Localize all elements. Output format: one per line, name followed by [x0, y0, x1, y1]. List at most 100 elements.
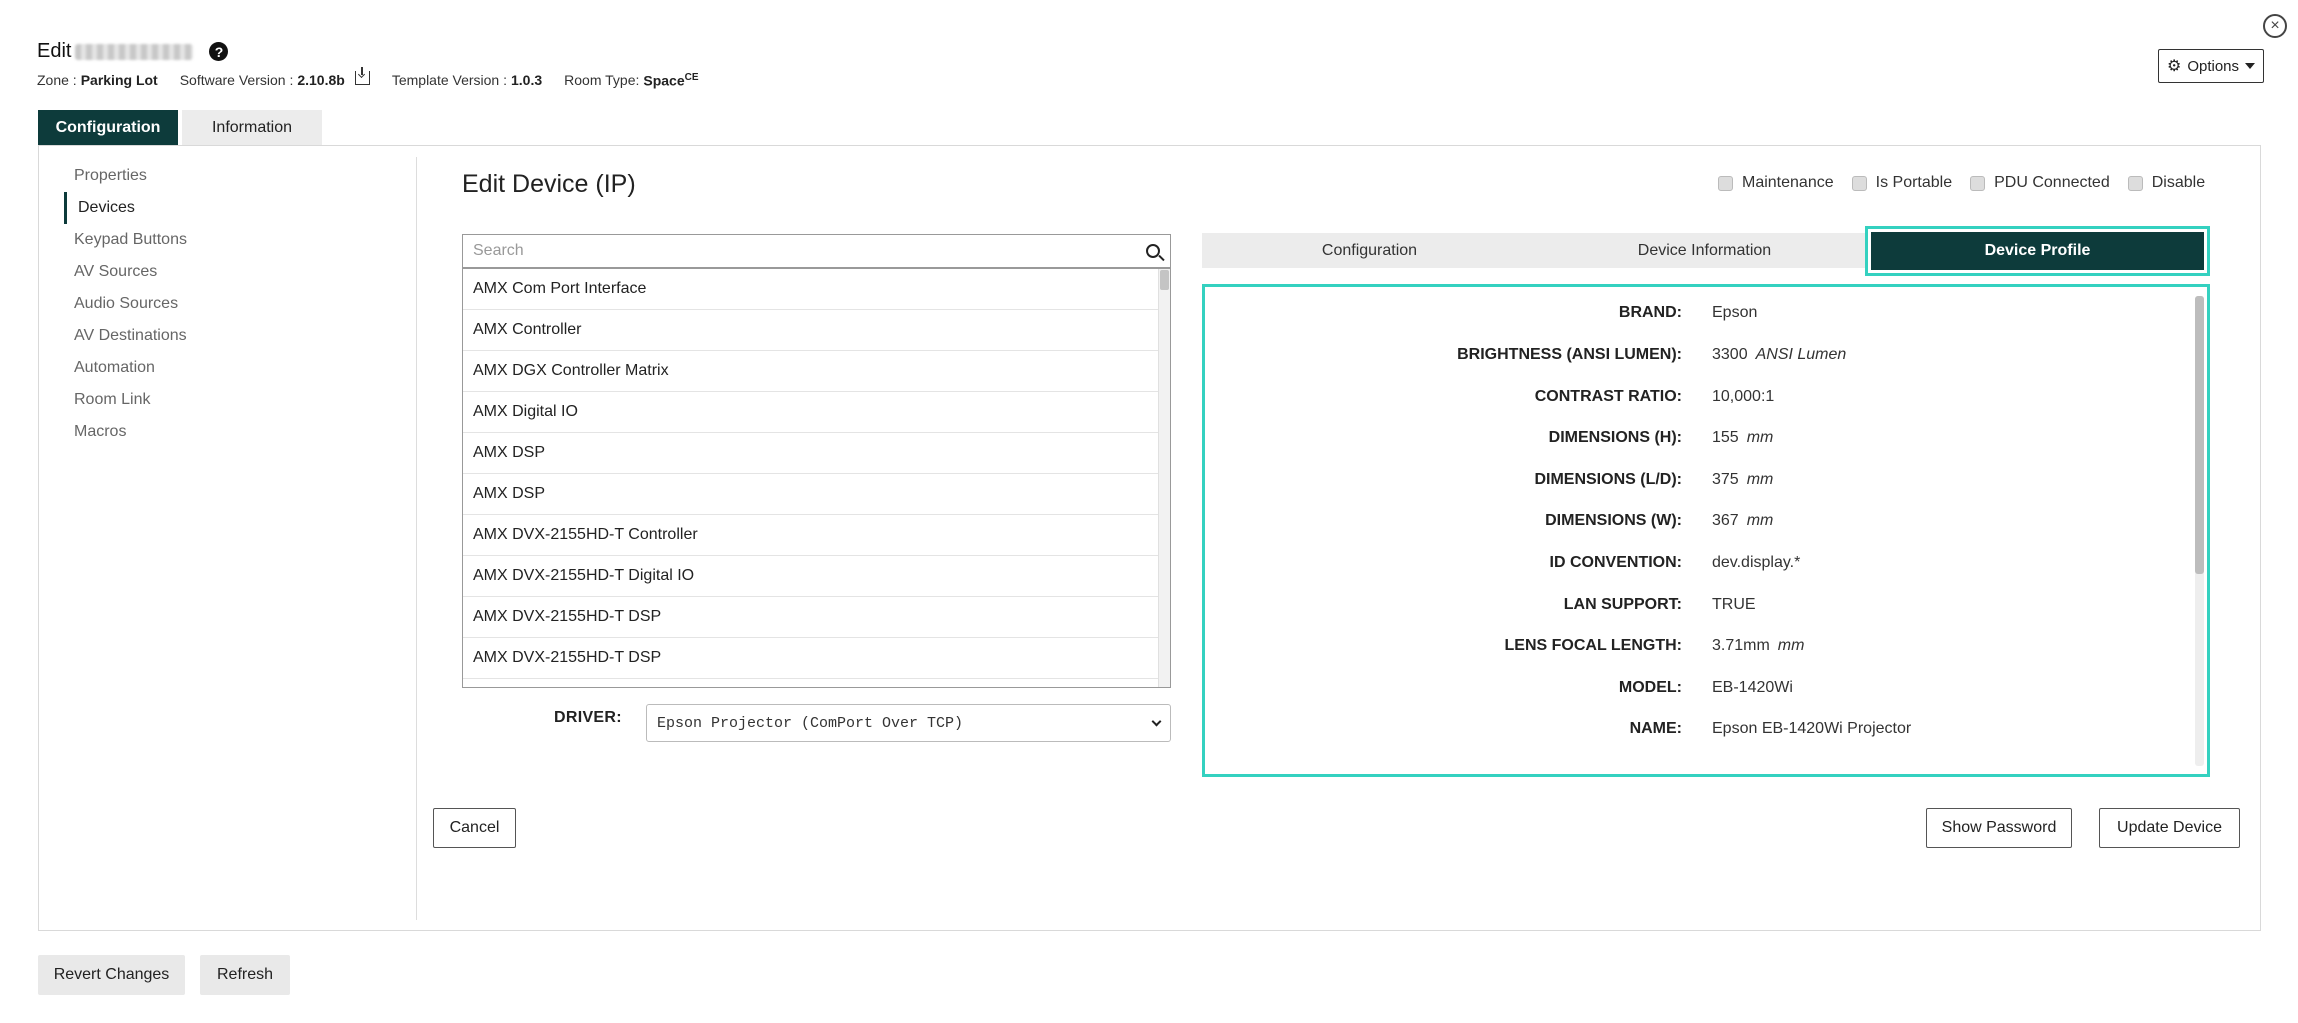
update-device-button[interactable]: Update Device [2099, 808, 2240, 848]
sidebar-item-keypad-buttons[interactable]: Keypad Buttons [64, 224, 414, 256]
template-version-value: 1.0.3 [511, 72, 543, 89]
search-icon[interactable] [1146, 244, 1160, 258]
profile-value: 155 [1712, 429, 1739, 446]
profile-key: BRIGHTNESS (ANSI LUMEN): [1457, 346, 1682, 363]
room-type-value: SpaceCE [643, 72, 698, 89]
list-item[interactable]: AMX DSP [463, 433, 1160, 474]
list-item[interactable]: AMX DGX Controller Matrix [463, 351, 1160, 392]
revert-changes-button[interactable]: Revert Changes [38, 955, 185, 995]
tab-configuration[interactable]: Configuration [38, 110, 178, 145]
options-button[interactable]: ⚙ Options [2158, 49, 2264, 83]
checkbox-label: Maintenance [1742, 174, 1834, 191]
sidebar-item-properties[interactable]: Properties [64, 160, 414, 192]
is-portable-checkbox[interactable]: Is Portable [1851, 174, 1953, 192]
profile-key: CONTRAST RATIO: [1534, 388, 1682, 405]
sidebar-item-av-sources[interactable]: AV Sources [64, 256, 414, 288]
profile-value: 10,000:1 [1712, 388, 1775, 405]
list-item[interactable]: AMX DVX-2155HD-T Digital IO [463, 556, 1160, 597]
list-item[interactable]: AMX DSP [463, 474, 1160, 515]
download-icon[interactable] [354, 67, 370, 86]
checkbox-label: Is Portable [1875, 174, 1953, 191]
checkbox-box[interactable] [1718, 175, 1733, 191]
profile-value: 3.71mm [1712, 637, 1770, 654]
device-search [462, 234, 1171, 268]
list-scrollbar[interactable] [1158, 269, 1170, 687]
profile-row: DIMENSIONS (W): 367 mm [1205, 506, 2205, 536]
driver-label: DRIVER: [554, 709, 622, 726]
chevron-down-icon [1151, 716, 1162, 726]
profile-key: NAME: [1629, 720, 1682, 737]
list-item[interactable]: AMX Controller [463, 310, 1160, 351]
caret-down-icon [2245, 63, 2256, 69]
tab-information[interactable]: Information [182, 110, 322, 145]
edit-prefix: Edit [37, 40, 72, 62]
show-password-button[interactable]: Show Password [1926, 808, 2072, 848]
sidebar: Properties Devices Keypad Buttons AV Sou… [64, 160, 414, 448]
pdu-connected-checkbox[interactable]: PDU Connected [1970, 174, 2110, 192]
sidebar-item-devices[interactable]: Devices [64, 192, 414, 224]
device-flags: Maintenance Is Portable PDU Connected Di… [1718, 174, 2223, 192]
list-item[interactable]: AMX Com Port Interface [463, 269, 1160, 310]
list-item[interactable]: AMX DVX-2155HD-T Controller [463, 515, 1160, 556]
profile-value: Epson [1712, 304, 1758, 321]
zone-label: Zone : [37, 72, 77, 89]
maintenance-checkbox[interactable]: Maintenance [1718, 174, 1834, 192]
profile-value: EB-1420Wi [1712, 679, 1793, 696]
cancel-button[interactable]: Cancel [433, 808, 516, 848]
help-icon[interactable]: ? [209, 42, 229, 61]
disable-checkbox[interactable]: Disable [2127, 174, 2206, 192]
profile-row: CONTRAST RATIO: 10,000:1 [1205, 382, 2205, 412]
tab-device-profile[interactable]: Device Profile [1868, 229, 2207, 273]
software-version-label: Software Version : [179, 72, 294, 89]
sidebar-item-av-destinations[interactable]: AV Destinations [64, 320, 414, 352]
profile-value: dev.display.* [1712, 554, 1801, 571]
edit-device-title: Edit Device (IP) [462, 170, 636, 198]
profile-value: TRUE [1712, 596, 1756, 613]
room-type-text: Space [643, 72, 685, 89]
profile-key: MODEL: [1618, 679, 1682, 696]
list-item[interactable]: AMX Digital IO [463, 392, 1160, 433]
list-item[interactable]: AMX DVX-2155HD-T DSP [463, 638, 1160, 679]
profile-value: 367 [1712, 512, 1739, 529]
blurred-room-name [75, 43, 194, 60]
profile-scrollbar[interactable] [2195, 296, 2204, 766]
profile-row: LAN SUPPORT: TRUE [1205, 590, 2205, 620]
profile-row: DIMENSIONS (L/D): 375 mm [1205, 465, 2205, 495]
zone-value: Parking Lot [80, 72, 158, 89]
sidebar-divider [416, 157, 417, 920]
profile-row: NAME: Epson EB-1420Wi Projector [1205, 714, 2205, 744]
sidebar-item-macros[interactable]: Macros [64, 416, 414, 448]
sidebar-item-audio-sources[interactable]: Audio Sources [64, 288, 414, 320]
list-item[interactable]: AMX DVX-2155HD-T DSP [463, 597, 1160, 638]
close-icon[interactable]: × [2263, 14, 2287, 38]
profile-value: 375 [1712, 471, 1739, 488]
checkbox-box[interactable] [1851, 175, 1867, 191]
device-profile-panel: BRAND: Epson BRIGHTNESS (ANSI LUMEN): 3300… [1202, 284, 2210, 777]
room-type-label: Room Type: [564, 72, 640, 89]
driver-select[interactable]: Epson Projector (ComPort Over TCP) [646, 704, 1171, 742]
profile-row: LENS FOCAL LENGTH: 3.71mm mm [1205, 631, 2205, 661]
checkbox-label: Disable [2151, 174, 2206, 191]
refresh-button[interactable]: Refresh [200, 955, 290, 995]
profile-key: BRAND: [1618, 304, 1682, 321]
profile-unit: mm [1777, 637, 1805, 654]
profile-unit: mm [1746, 429, 1774, 446]
search-input[interactable] [473, 242, 1146, 260]
checkbox-box[interactable] [1970, 175, 1986, 191]
profile-value: 3300 [1712, 346, 1748, 363]
checkbox-box[interactable] [2127, 175, 2143, 191]
profile-key: LENS FOCAL LENGTH: [1504, 637, 1682, 654]
options-label: Options [2187, 57, 2240, 75]
sidebar-item-room-link[interactable]: Room Link [64, 384, 414, 416]
main-tabs: Configuration Information [38, 110, 322, 145]
profile-row: MODEL: EB-1420Wi [1205, 673, 2205, 703]
checkbox-label: PDU Connected [1994, 174, 2110, 191]
profile-key: DIMENSIONS (H): [1548, 429, 1682, 446]
scrollbar-thumb[interactable] [2195, 296, 2204, 574]
scrollbar-thumb[interactable] [1160, 270, 1169, 290]
tab-configuration-right[interactable]: Configuration [1202, 233, 1537, 268]
tab-device-information[interactable]: Device Information [1537, 233, 1872, 268]
sidebar-item-automation[interactable]: Automation [64, 352, 414, 384]
profile-key: LAN SUPPORT: [1563, 596, 1682, 613]
profile-unit: mm [1746, 512, 1774, 529]
